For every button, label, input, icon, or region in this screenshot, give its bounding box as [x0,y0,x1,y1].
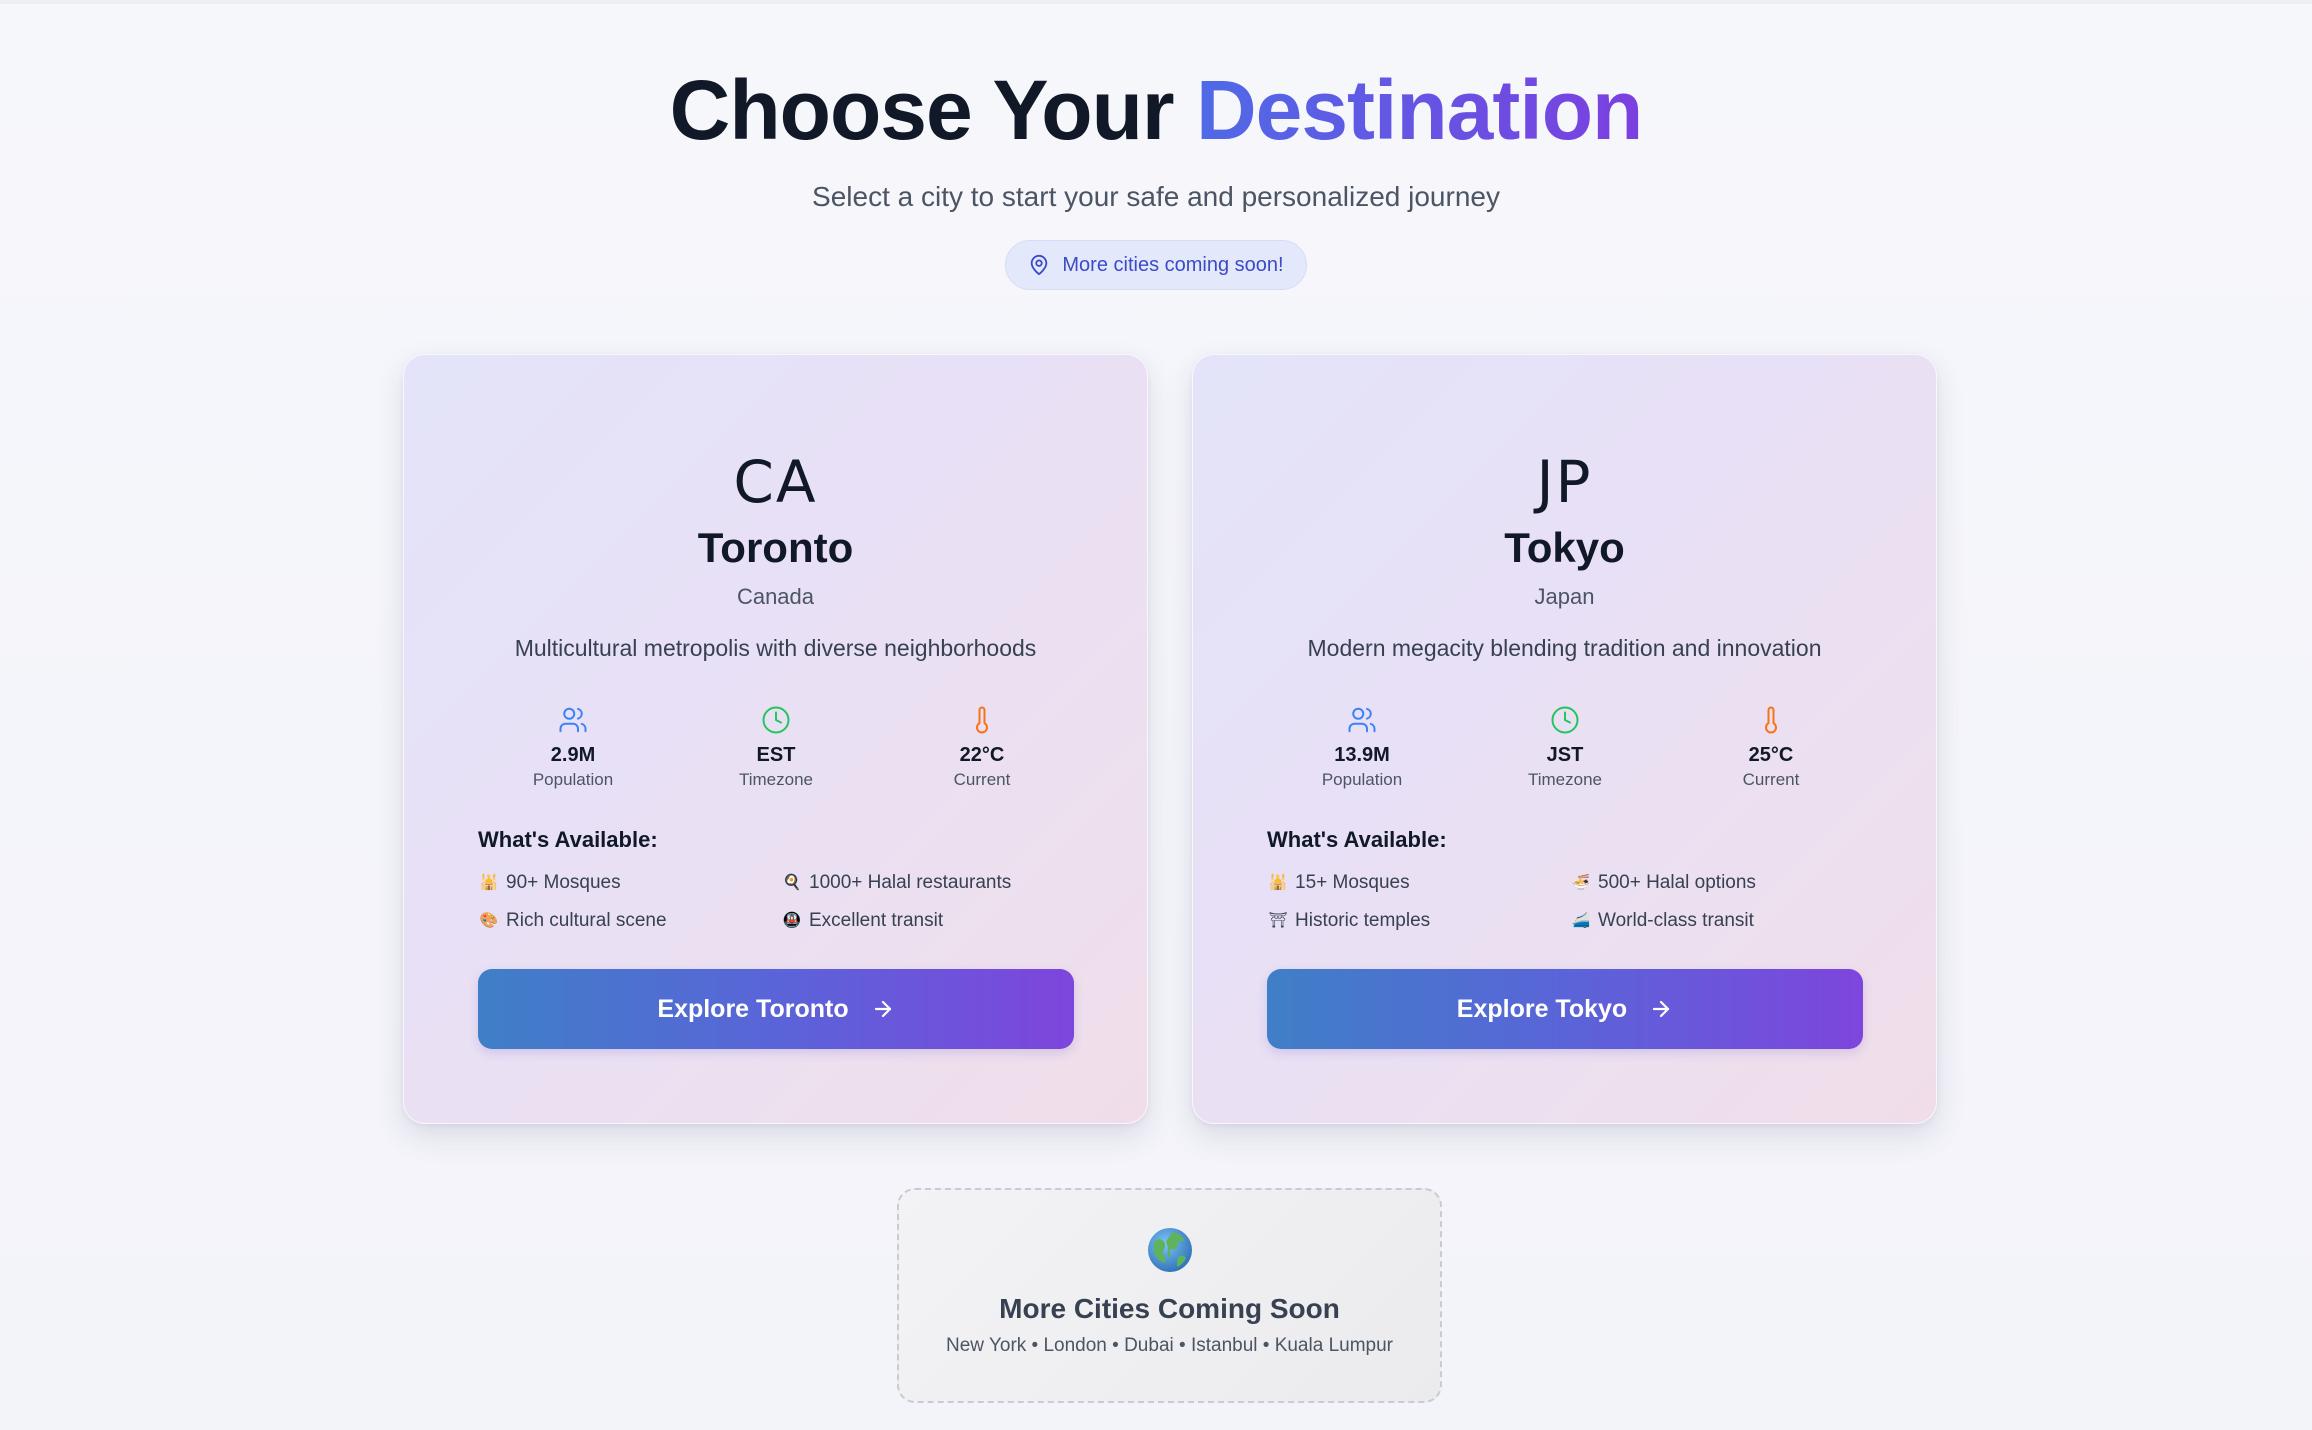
stat-label: Population [1321,770,1403,789]
available-item-label: 500+ Halal options [1598,872,1756,893]
explore-button-label: Explore Tokyo [1456,994,1628,1023]
city-card-tokyo[interactable]: JP Tokyo Japan Modern megacity blending … [1192,354,1937,1124]
stat-value: 25°C [1748,744,1794,766]
country-code: CA [733,448,818,516]
available-title: What's Available: [478,827,658,852]
stat-population: 2.9M Population [493,705,653,791]
ramen-icon: 🍜 [1571,874,1591,891]
stat-label: Timezone [1527,770,1602,789]
stat-value: 22°C [959,744,1005,766]
country-code: JP [1536,448,1593,516]
available-item-label: Historic temples [1295,910,1431,931]
clock-icon [1551,706,1579,734]
explore-tokyo-button[interactable]: Explore Tokyo [1267,969,1863,1049]
thermometer-icon [976,706,988,734]
stat-population: 13.9M Population [1282,705,1442,791]
clock-icon [762,706,790,734]
explore-button-label: Explore Toronto [657,994,849,1023]
mosque-people-icon: 🕌 [1268,874,1288,891]
available-title: What's Available: [1267,827,1447,852]
available-item: 🍜 500+ Halal options [1570,871,1756,895]
stat-label: Current [953,770,1011,789]
stat-temperature: 25°C Current [1691,705,1851,791]
stat-value: 13.9M [1334,744,1390,766]
page-subtitle: Select a city to start your safe and per… [812,181,1500,212]
page-title-main: Choose Your [669,63,1196,157]
stat-label: Timezone [738,770,813,789]
food-icon: 🍳 [782,874,802,891]
city-name: Tokyo [1504,524,1625,571]
users-icon [559,707,587,733]
arrow-right-icon [1653,1000,1670,1018]
users-icon [1348,707,1376,733]
available-item-label: World-class transit [1598,910,1754,931]
available-item-label: Excellent transit [809,910,944,931]
available-item: 🚄 World-class transit [1570,909,1754,933]
palette-icon: 🎨 [479,912,499,929]
hero-header: Choose Your Destination Select a city to… [0,60,2312,290]
country-name: Japan [1534,584,1595,609]
available-item: 🎨 Rich cultural scene [478,909,667,933]
stat-value: EST [756,744,796,766]
mosque-people-icon: 🕌 [479,874,499,891]
coming-soon-badge: More cities coming soon! [1005,240,1307,290]
map-pin-icon [1031,254,1048,276]
upcoming-cities-list: New York • London • Dubai • Istanbul • K… [946,1335,1393,1356]
city-card-toronto[interactable]: CA Toronto Canada Multicultural metropol… [403,354,1148,1124]
metro-icon: 🚇 [782,912,802,929]
stat-label: Population [532,770,614,789]
coming-soon-label: More cities coming soon! [1062,253,1284,276]
stat-label: Current [1742,770,1800,789]
stat-timezone: JST Timezone [1485,705,1645,791]
arrow-right-icon [874,1000,891,1018]
explore-toronto-button[interactable]: Explore Toronto [478,969,1074,1049]
temple-icon: ⛩ [1268,912,1288,929]
available-item-label: Rich cultural scene [506,910,667,931]
stat-temperature: 22°C Current [902,705,1062,791]
available-item: 🕌 90+ Mosques [478,871,621,895]
city-name: Toronto [697,524,854,571]
available-item-label: 90+ Mosques [506,872,621,893]
country-name: Canada [736,584,815,609]
top-strip [0,0,2312,4]
stat-value: 2.9M [550,744,596,766]
city-description: Modern megacity blending tradition and i… [1307,635,1822,661]
available-item-label: 15+ Mosques [1295,872,1410,893]
page-title: Choose Your Destination [0,60,2312,160]
train-icon: 🚄 [1571,912,1591,929]
globe-icon [1147,1228,1192,1272]
page-title-accent: Destination [1195,63,1643,157]
stat-timezone: EST Timezone [696,705,856,791]
city-description: Multicultural metropolis with diverse ne… [514,635,1037,661]
available-item: 🕌 15+ Mosques [1267,871,1410,895]
available-item: 🚇 Excellent transit [781,909,943,933]
more-cities-card: More Cities Coming Soon New York • Londo… [897,1188,1442,1403]
available-item: ⛩ Historic temples [1267,909,1430,933]
available-item: 🍳 1000+ Halal restaurants [781,871,1012,895]
thermometer-icon [1765,706,1777,734]
available-item-label: 1000+ Halal restaurants [809,872,1012,893]
stat-value: JST [1546,744,1584,766]
more-cities-title: More Cities Coming Soon [999,1293,1340,1324]
